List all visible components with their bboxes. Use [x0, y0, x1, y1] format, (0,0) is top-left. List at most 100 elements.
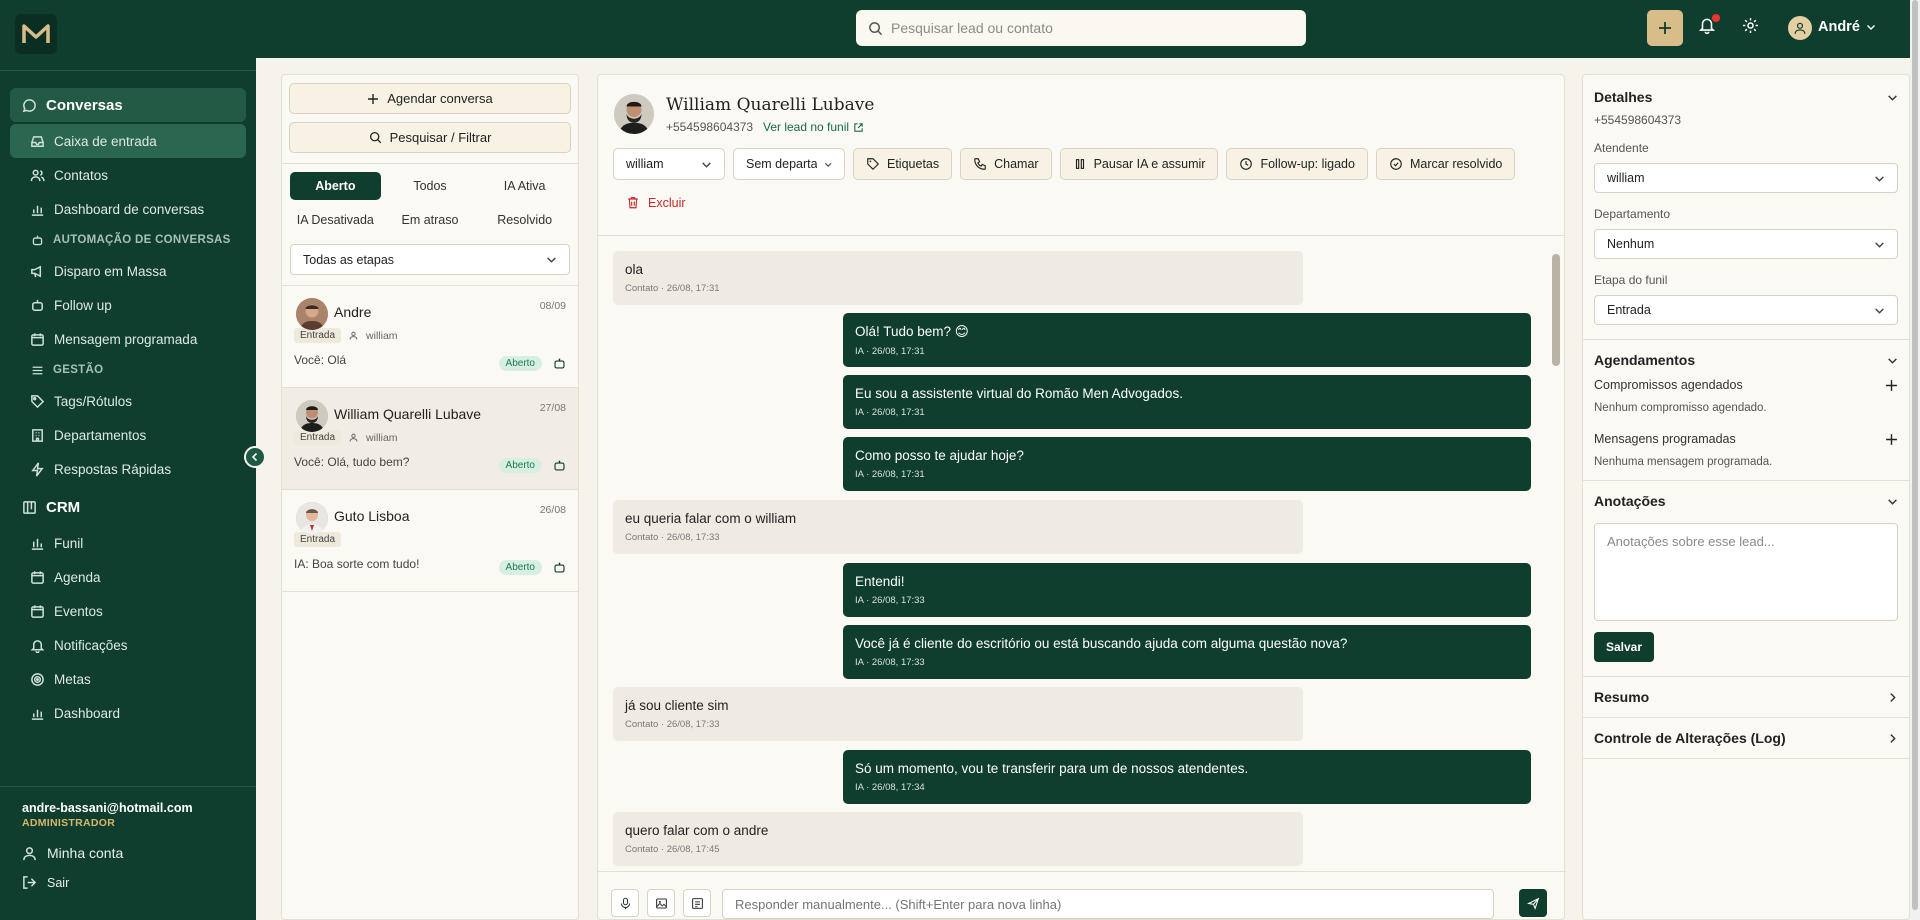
nav-notifications[interactable]: Notificações: [10, 628, 246, 662]
stage-chip: Entrada: [294, 532, 342, 547]
contact-name: William Quarelli Lubave: [334, 406, 482, 422]
pause-icon: [1075, 159, 1084, 169]
schedule-conversation-button[interactable]: Agendar conversa: [289, 83, 571, 114]
message-time: Contato · 26/08, 17:33: [625, 719, 720, 730]
stage-filter-select[interactable]: Todas as etapas: [290, 244, 570, 275]
log-section-header[interactable]: Controle de Alterações (Log): [1583, 718, 1909, 758]
stage-filter-value: Todas as etapas: [303, 252, 395, 267]
save-notes-button[interactable]: Salvar: [1594, 632, 1655, 662]
conversation-item[interactable]: Guto Lisboa 26/08 Entrada IA: Boa sorte …: [282, 490, 578, 592]
add-scheduled-message-plus-icon[interactable]: [1885, 433, 1898, 446]
search-filter-button[interactable]: Pesquisar / Filtrar: [289, 122, 571, 153]
tab-open[interactable]: Aberto: [290, 172, 381, 200]
quick-reply-button[interactable]: [683, 889, 711, 917]
nav-label: Follow up: [54, 297, 112, 313]
contact-name: Guto Lisboa: [334, 508, 410, 524]
reply-input[interactable]: [722, 889, 1494, 919]
notes-title: Anotações: [1594, 493, 1666, 509]
details-stage-select[interactable]: Entrada: [1594, 295, 1898, 325]
nav-inbox[interactable]: Caixa de entrada: [10, 124, 246, 158]
logout-link[interactable]: Sair: [22, 875, 256, 890]
department-select[interactable]: Sem departamento: [733, 148, 845, 180]
notes-textarea[interactable]: [1594, 523, 1898, 621]
settings-button[interactable]: [1742, 17, 1759, 37]
contact-avatar: [296, 298, 328, 330]
schedule-conversation-label: Agendar conversa: [387, 91, 493, 106]
summary-title: Resumo: [1594, 689, 1650, 705]
call-button[interactable]: Chamar: [960, 148, 1052, 180]
user-avatar[interactable]: [1788, 16, 1812, 40]
nav-events[interactable]: Eventos: [10, 594, 246, 628]
tab-late[interactable]: Em atraso: [385, 206, 476, 234]
tab-ai-disabled[interactable]: IA Desativada: [290, 206, 381, 234]
details-section-header[interactable]: Detalhes: [1583, 77, 1909, 117]
record-audio-button[interactable]: [611, 889, 639, 917]
my-account-link[interactable]: Minha conta: [22, 845, 256, 861]
pause-ai-button[interactable]: Pausar IA e assumir: [1059, 148, 1219, 180]
delete-button[interactable]: Excluir: [626, 195, 686, 210]
tab-all[interactable]: Todos: [385, 172, 476, 200]
nav-goals[interactable]: Metas: [10, 662, 246, 696]
details-agent-select[interactable]: william: [1594, 163, 1898, 193]
tab-resolved[interactable]: Resolvido: [479, 206, 570, 234]
details-department-select[interactable]: Nenhum: [1594, 229, 1898, 259]
schedules-section-header[interactable]: Agendamentos: [1583, 340, 1909, 380]
nav-departments[interactable]: Departamentos: [10, 418, 246, 452]
search-icon: [369, 131, 381, 144]
message-text: já sou cliente sim: [625, 698, 729, 713]
user-icon: [1794, 22, 1806, 34]
message-time: IA · 26/08, 17:33: [855, 657, 925, 668]
global-search[interactable]: [856, 10, 1306, 46]
message-text: Eu sou a assistente virtual do Romão Men…: [855, 386, 1183, 401]
add-appointment-plus-icon[interactable]: [1885, 379, 1898, 392]
scheduled-messages-row: Mensagens programadas: [1594, 432, 1898, 446]
agent-label: Atendente: [1594, 141, 1649, 155]
conversation-item[interactable]: Andre 08/09 Entrada william Você: Olá Ab…: [282, 286, 578, 388]
view-lead-link[interactable]: Ver lead no funil: [763, 120, 864, 134]
mark-resolved-button[interactable]: Marcar resolvido: [1375, 148, 1516, 180]
summary-section-header[interactable]: Resumo: [1583, 677, 1909, 717]
window-scrollbar[interactable]: [1910, 0, 1920, 920]
collapse-sidebar-button[interactable]: [244, 446, 266, 468]
nav-dashboard[interactable]: Dashboard: [10, 696, 246, 730]
nav-scheduled-message[interactable]: Mensagem programada: [10, 322, 246, 356]
notes-body: Salvar: [1583, 521, 1909, 662]
nav-follow-up[interactable]: Follow up: [10, 288, 246, 322]
app-logo[interactable]: [15, 14, 57, 54]
nav-conversation-dashboard[interactable]: Dashboard de conversas: [10, 192, 246, 226]
tags-button[interactable]: Etiquetas: [853, 148, 953, 180]
nav-funnel[interactable]: Funil: [10, 526, 246, 560]
user-menu[interactable]: André: [1818, 19, 1876, 35]
tab-ai-active[interactable]: IA Ativa: [479, 172, 570, 200]
agent-select[interactable]: william: [613, 148, 725, 180]
nav-contacts[interactable]: Contatos: [10, 158, 246, 192]
follow-up-toggle[interactable]: Follow-up: ligado: [1226, 148, 1368, 180]
notes-section-header[interactable]: Anotações: [1583, 481, 1909, 521]
attach-image-button[interactable]: [647, 889, 675, 917]
nav-agenda[interactable]: Agenda: [10, 560, 246, 594]
assigned-agent: william: [366, 431, 398, 444]
nav-label: Agenda: [54, 569, 101, 585]
nav-conversas[interactable]: Conversas: [10, 88, 246, 122]
schedules-title: Agendamentos: [1594, 352, 1696, 368]
message-outgoing: Olá! Tudo bem? 😊 IA · 26/08, 17:31: [843, 313, 1531, 367]
user-role: ADMINISTRADOR: [22, 817, 116, 829]
agent-select-value: william: [626, 157, 664, 171]
add-button[interactable]: [1647, 10, 1683, 46]
message-scrollbar[interactable]: [1551, 242, 1560, 864]
nav-quick-replies[interactable]: Respostas Rápidas: [10, 452, 246, 486]
search-input[interactable]: [891, 20, 1271, 36]
my-account-label: Minha conta: [47, 845, 124, 861]
phone-icon: [974, 158, 986, 170]
message-outgoing: Como posso te ajudar hoje? IA · 26/08, 1…: [843, 437, 1531, 491]
conversation-meta: Entrada william: [294, 430, 568, 445]
nav-tags[interactable]: Tags/Rótulos: [10, 384, 246, 418]
send-button[interactable]: [1519, 889, 1547, 917]
nav-mass-send[interactable]: Disparo em Massa: [10, 254, 246, 288]
chat-bubble-icon: [22, 98, 36, 112]
sidebar: Conversas Caixa de entrada Contatos Dash…: [0, 0, 256, 920]
conversation-item[interactable]: William Quarelli Lubave 27/08 Entrada wi…: [282, 388, 578, 490]
nav-crm[interactable]: CRM: [10, 490, 246, 524]
contact-avatar: [614, 94, 654, 134]
chat-contact-phone: +554598604373: [666, 120, 754, 134]
